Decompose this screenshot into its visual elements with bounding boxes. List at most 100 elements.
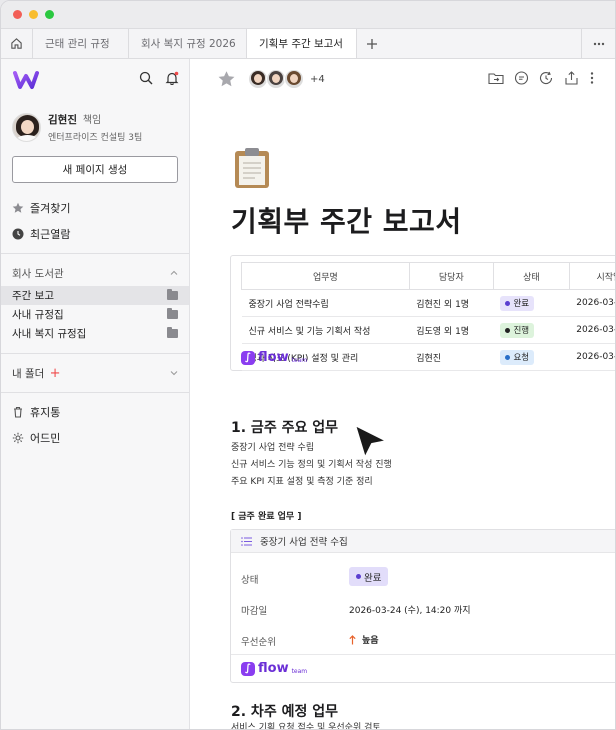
user-profile[interactable]: 김현진 책임 엔터프라이즈 컨설팅 3팀 xyxy=(1,101,189,143)
title-bar xyxy=(1,1,615,28)
sidebar-item-welfare-rules[interactable]: 사내 복지 규정집 xyxy=(1,324,189,343)
status-badge[interactable]: 진행 xyxy=(500,322,535,338)
collaborator-avatar[interactable] xyxy=(266,69,286,89)
maximize-window-button[interactable] xyxy=(45,10,54,19)
sidebar-header xyxy=(1,59,189,101)
task-table-embed[interactable]: 업무명 담당자 상태 시작일 중장기 사업 전략수립 김현진 외 1명 완료 2… xyxy=(230,255,615,371)
minimize-window-button[interactable] xyxy=(29,10,38,19)
move-folder-icon[interactable] xyxy=(488,71,504,85)
folder-icon xyxy=(167,327,178,338)
clock-icon xyxy=(12,228,24,240)
task-start: 2026-03-2 xyxy=(569,343,615,371)
sidebar-item-weekly-report[interactable]: 주간 보고 xyxy=(1,286,189,305)
document-area: +4 기획부 주간 보고서 업무명 담당자 상태 시작 중장기 사업 전략수립 … xyxy=(191,59,615,729)
task-card-header[interactable]: 중장기 사업 전략 수집 xyxy=(231,530,615,553)
task-card-embed[interactable]: 중장기 사업 전략 수집 상태 완료 마감일 2026-03-24 (수), 1… xyxy=(230,529,615,683)
tab-label: 기획부 주간 보고서 xyxy=(259,38,343,50)
sidebar-section-company-library[interactable]: 회사 도서관 xyxy=(1,260,189,286)
priority-text: 높음 xyxy=(362,636,379,646)
task-name: 중장기 사업 전략수립 xyxy=(241,289,410,317)
flow-word: flow xyxy=(258,661,289,676)
profile-org: 엔터프라이즈 컨설팅 3팀 xyxy=(48,133,143,143)
new-page-button[interactable]: 새 페이지 생성 xyxy=(12,156,178,183)
star-icon xyxy=(12,202,24,213)
sidebar-item-label: 사내 복지 규정집 xyxy=(12,328,87,340)
home-icon xyxy=(11,38,22,49)
status-text: 완료 xyxy=(513,299,530,309)
tab-more-button[interactable] xyxy=(581,29,615,58)
collaborator-avatar[interactable] xyxy=(284,69,304,89)
chevron-down-icon[interactable] xyxy=(170,370,178,376)
task-owner: 김현진 xyxy=(409,343,494,371)
section-paragraph: 서비스 기획 요청 접수 및 우선순위 검토 xyxy=(231,723,381,729)
notification-bell-icon[interactable] xyxy=(165,71,179,85)
table-header: 상태 xyxy=(492,262,570,290)
section-heading: 2. 차주 예정 업무 xyxy=(231,704,338,720)
table-header: 시작일 xyxy=(568,262,615,290)
sidebar-divider xyxy=(1,353,189,354)
status-badge[interactable]: 완료 xyxy=(349,567,389,586)
table-header: 담당자 xyxy=(408,262,494,290)
sidebar-section-my-folder[interactable]: 내 폴더 + xyxy=(1,360,189,386)
status-text: 요청 xyxy=(513,353,530,363)
collaborators-count[interactable]: +4 xyxy=(310,74,325,85)
section-label: 내 폴더 xyxy=(12,367,45,380)
task-card-title: 중장기 사업 전략 수집 xyxy=(260,537,348,548)
share-icon[interactable] xyxy=(564,71,579,85)
more-vertical-icon[interactable] xyxy=(589,71,595,85)
sidebar-item-trash[interactable]: 휴지통 xyxy=(1,399,189,425)
status-badge[interactable]: 요청 xyxy=(500,349,535,365)
status-badge[interactable]: 완료 xyxy=(500,295,535,311)
sidebar-item-label: 즐겨찾기 xyxy=(30,202,71,215)
mouse-cursor-icon xyxy=(354,424,388,459)
card-due-label: 마감일 xyxy=(241,606,268,617)
flow-word: flow xyxy=(258,350,289,365)
card-priority-value: 높음 xyxy=(349,633,379,646)
table-row[interactable]: 신규 서비스 및 기능 기획서 작성 김도영 외 1명 진행 2026-03-2 xyxy=(241,316,615,344)
list-icon xyxy=(241,536,252,546)
chevron-up-icon[interactable] xyxy=(170,270,178,276)
section-heading: 1. 금주 주요 업무 xyxy=(231,420,338,436)
tab-label: 회사 복지 규정 2026 xyxy=(141,38,236,50)
paragraph-line: 주요 KPI 지표 설정 및 측정 기준 정리 xyxy=(231,477,373,487)
tab-attendance-rules[interactable]: 근태 관리 규정 xyxy=(33,29,129,58)
tab-weekly-report[interactable]: 기획부 주간 보고서 xyxy=(247,29,357,58)
star-icon[interactable] xyxy=(217,70,236,88)
sidebar-divider xyxy=(1,253,189,254)
tab-welfare-rules[interactable]: 회사 복지 규정 2026 xyxy=(129,29,247,58)
add-folder-button[interactable]: + xyxy=(50,366,61,381)
status-text: 완료 xyxy=(364,572,382,584)
sidebar-item-favorites[interactable]: 즐겨찾기 xyxy=(1,195,189,221)
sidebar-item-label: 주간 보고 xyxy=(12,290,54,302)
done-tasks-label: [ 금주 완료 업무 ] xyxy=(231,512,302,522)
avatar xyxy=(12,112,41,142)
task-name: 신규 서비스 및 기능 기획서 작성 xyxy=(241,316,410,344)
sidebar-item-label: 사내 규정집 xyxy=(12,309,64,321)
close-window-button[interactable] xyxy=(13,10,22,19)
arrow-up-icon xyxy=(349,634,356,644)
task-owner: 김현진 외 1명 xyxy=(409,289,494,317)
task-start: 2026-03-1 xyxy=(569,289,615,317)
table-row[interactable]: 중장기 사업 전략수립 김현진 외 1명 완료 2026-03-1 xyxy=(241,289,615,317)
home-tab[interactable] xyxy=(1,29,33,58)
flow-logo: ∫ flow team xyxy=(241,350,307,365)
clipboard-emoji-icon xyxy=(235,148,269,188)
flow-logo-icon: ∫ xyxy=(241,661,255,676)
card-status-value[interactable]: 완료 xyxy=(349,567,389,586)
flow-team: team xyxy=(291,667,308,675)
app-logo-icon[interactable] xyxy=(13,69,39,91)
plus-icon xyxy=(367,38,377,49)
card-due-value: 2026-03-24 (수), 14:20 까지 xyxy=(349,606,471,616)
sidebar-item-recent[interactable]: 최근열람 xyxy=(1,221,189,247)
new-tab-button[interactable] xyxy=(357,29,387,58)
document-title[interactable]: 기획부 주간 보고서 xyxy=(231,200,462,240)
sidebar-item-label: 어드민 xyxy=(30,432,61,445)
more-horizontal-icon xyxy=(593,42,604,45)
comment-icon[interactable] xyxy=(514,71,529,85)
history-icon[interactable] xyxy=(539,71,554,85)
app-window: 근태 관리 규정 회사 복지 규정 2026 기획부 주간 보고서 김현진 책임… xyxy=(0,0,616,730)
sidebar-item-admin[interactable]: 어드민 xyxy=(1,425,189,451)
collaborator-avatar[interactable] xyxy=(248,69,268,89)
search-icon[interactable] xyxy=(139,71,153,85)
sidebar-item-company-rules[interactable]: 사내 규정집 xyxy=(1,305,189,324)
